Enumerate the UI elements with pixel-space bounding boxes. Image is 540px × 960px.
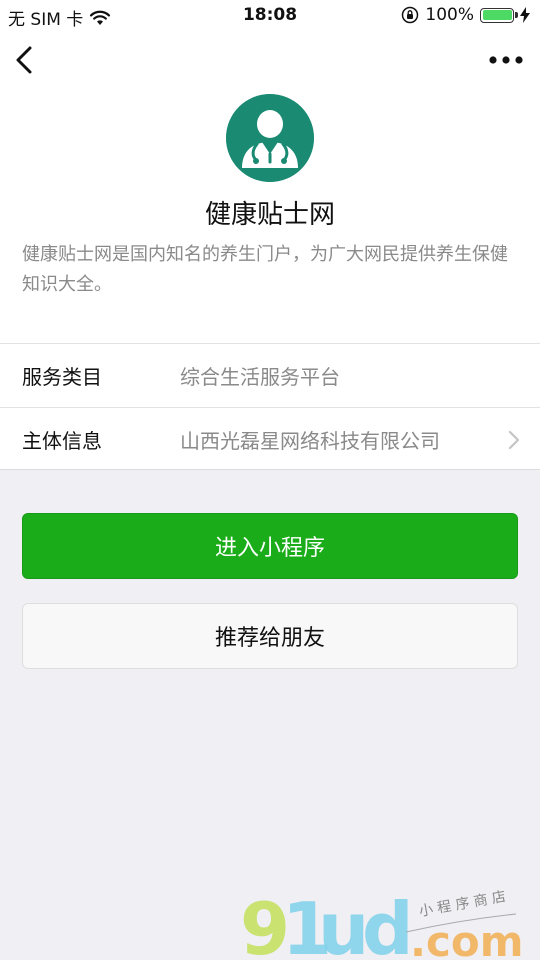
page: 无 SIM 卡 18:08 100% 健康贴士网 健康贴士网是国内知名的养生门户… (0, 0, 540, 960)
svg-text:9: 9 (240, 888, 288, 960)
battery-icon (480, 7, 518, 23)
app-avatar (226, 94, 314, 182)
recommend-to-friend-button[interactable]: 推荐给朋友 (22, 603, 518, 669)
doctor-icon (226, 94, 314, 182)
svg-text:小 程 序 商 店: 小 程 序 商 店 (418, 889, 507, 920)
chevron-left-icon (16, 46, 32, 74)
divider (0, 469, 540, 470)
more-button[interactable] (486, 48, 526, 72)
battery-percent: 100% (425, 5, 474, 25)
battery-fill (482, 10, 512, 20)
chevron-right-icon (508, 430, 520, 450)
more-dots-icon (489, 56, 523, 64)
info-list: 服务类目 综合生活服务平台 主体信息 山西光磊星网络科技有限公司 (0, 343, 540, 471)
info-row-service-category: 服务类目 综合生活服务平台 (0, 343, 540, 407)
svg-text:d: d (362, 888, 412, 960)
svg-text:u: u (318, 888, 367, 960)
svg-text:.com: .com (410, 917, 523, 960)
battery-tip (515, 12, 518, 18)
charging-bolt-icon (520, 7, 530, 23)
app-description: 健康贴士网是国内知名的养生门户，为广大网民提供养生保健知识大全。 (22, 244, 508, 295)
back-button[interactable] (10, 42, 44, 78)
status-bar: 无 SIM 卡 18:08 100% (0, 0, 540, 32)
info-row-entity-info[interactable]: 主体信息 山西光磊星网络科技有限公司 (0, 407, 540, 471)
app-name: 健康贴士网 (204, 200, 335, 230)
enter-mini-program-button[interactable]: 进入小程序 (22, 513, 518, 579)
status-right: 100% (401, 5, 530, 25)
watermark-graphic: 9 1 u d .com 小 程 序 商 店 (240, 887, 523, 960)
info-row-value: 山西光磊星网络科技有限公司 (180, 429, 440, 453)
watermark-logo: 9 1 u d .com 小 程 序 商 店 (240, 887, 540, 960)
info-row-label: 服务类目 (22, 365, 102, 389)
orientation-lock-icon (402, 6, 419, 24)
info-row-value: 综合生活服务平台 (180, 365, 340, 389)
info-row-label: 主体信息 (22, 429, 102, 453)
